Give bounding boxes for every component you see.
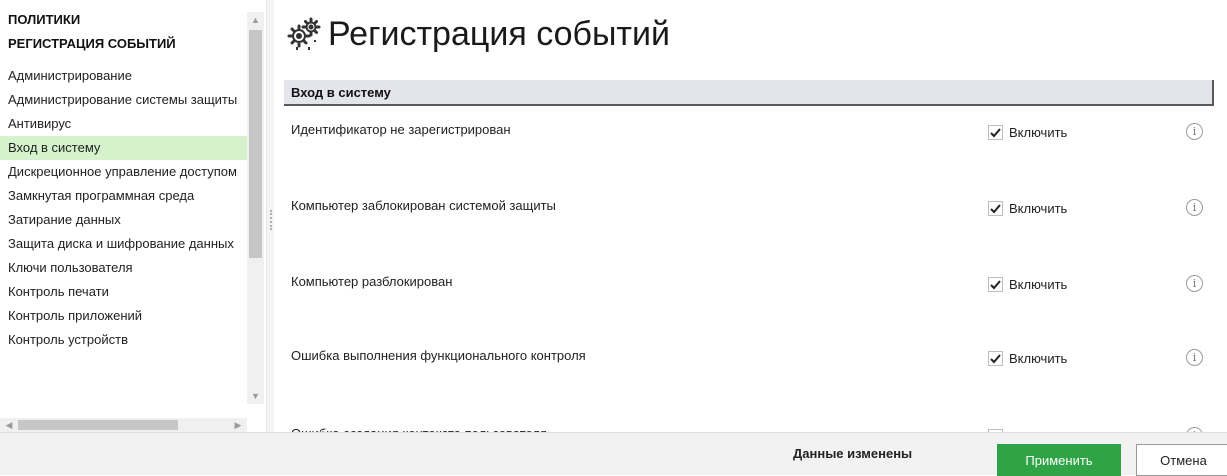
event-row: Компьютер разблокирован Включить i bbox=[284, 272, 1227, 296]
info-icon[interactable]: i bbox=[1186, 275, 1203, 292]
scrollbar-thumb[interactable] bbox=[249, 30, 262, 258]
enable-checkbox[interactable] bbox=[988, 200, 1003, 216]
settings-panel: Вход в систему Идентификатор не зарегист… bbox=[284, 76, 1227, 432]
page-header: Регистрация событий bbox=[286, 12, 670, 56]
enable-checkbox-control[interactable]: Включить bbox=[988, 120, 1067, 144]
sidebar-item[interactable]: Защита диска и шифрование данных bbox=[0, 232, 247, 256]
sidebar-item[interactable]: Администрирование bbox=[0, 64, 247, 88]
event-row: Компьютер заблокирован системой защиты Вк… bbox=[284, 196, 1227, 220]
enable-checkbox-control[interactable]: Включить bbox=[988, 346, 1067, 370]
scroll-up-icon[interactable]: ▲ bbox=[247, 12, 264, 28]
info-icon[interactable]: i bbox=[1186, 199, 1203, 216]
sidebar-item[interactable]: Ключи пользователя bbox=[0, 256, 247, 280]
sidebar-item[interactable]: Антивирус bbox=[0, 112, 247, 136]
enable-checkbox-control[interactable]: Включить bbox=[988, 196, 1067, 220]
sidebar-vertical-scrollbar[interactable]: ▲ ▼ bbox=[247, 12, 264, 404]
sidebar-item[interactable]: Администрирование системы защиты bbox=[0, 88, 247, 112]
group-header[interactable]: Вход в систему bbox=[284, 80, 1214, 106]
scroll-down-icon[interactable]: ▼ bbox=[247, 388, 264, 404]
page-title: Регистрация событий bbox=[328, 14, 670, 53]
scroll-left-icon[interactable]: ◀ bbox=[2, 418, 16, 432]
sidebar-item[interactable]: Затирание данных bbox=[0, 208, 247, 232]
sidebar-item[interactable]: Дискреционное управление доступом bbox=[0, 160, 247, 184]
pane-splitter[interactable] bbox=[266, 0, 274, 432]
scrollbar-thumb[interactable] bbox=[18, 420, 178, 430]
enable-checkbox-label[interactable]: Включить bbox=[1009, 277, 1067, 292]
enable-checkbox-control[interactable]: Включить bbox=[988, 424, 1067, 432]
enable-checkbox[interactable] bbox=[988, 124, 1003, 140]
footer-bar: Данные изменены Применить Отмена bbox=[0, 432, 1227, 476]
sidebar-list: Администрирование Администрирование систе… bbox=[0, 64, 247, 352]
event-label: Компьютер разблокирован bbox=[291, 274, 453, 289]
event-row: Ошибка создания контекста пользователяВк… bbox=[284, 424, 1227, 432]
gears-icon bbox=[287, 17, 321, 50]
info-icon[interactable]: i bbox=[1186, 123, 1203, 140]
apply-button[interactable]: Применить bbox=[997, 444, 1121, 476]
sidebar-section-event-logging[interactable]: РЕГИСТРАЦИЯ СОБЫТИЙ bbox=[0, 36, 176, 51]
sidebar-item[interactable]: Вход в систему bbox=[0, 136, 247, 160]
sidebar-section-policies[interactable]: ПОЛИТИКИ bbox=[0, 12, 80, 27]
splitter-grip-icon bbox=[270, 210, 272, 230]
event-row: Ошибка выполнения функционального контро… bbox=[284, 346, 1227, 370]
event-row: Идентификатор не зарегистрирован Включить… bbox=[284, 120, 1227, 144]
status-text: Данные изменены bbox=[793, 446, 913, 461]
event-label: Компьютер заблокирован системой защиты bbox=[291, 198, 556, 213]
checkmark-icon bbox=[990, 203, 1001, 213]
sidebar-item[interactable]: Замкнутая программная среда bbox=[0, 184, 247, 208]
sidebar-item[interactable]: Контроль устройств bbox=[0, 328, 247, 352]
info-icon[interactable]: i bbox=[1186, 349, 1203, 366]
enable-checkbox-label[interactable]: Включить bbox=[1009, 125, 1067, 140]
enable-checkbox[interactable] bbox=[988, 276, 1003, 292]
sidebar: ПОЛИТИКИ РЕГИСТРАЦИЯ СОБЫТИЙ Администрир… bbox=[0, 0, 247, 432]
cancel-button[interactable]: Отмена bbox=[1136, 444, 1227, 476]
checkmark-icon bbox=[990, 353, 1001, 363]
checkmark-icon bbox=[990, 279, 1001, 289]
sidebar-item[interactable]: Контроль печати bbox=[0, 280, 247, 304]
event-label: Ошибка выполнения функционального контро… bbox=[291, 348, 586, 363]
enable-checkbox[interactable] bbox=[988, 350, 1003, 366]
scroll-right-icon[interactable]: ▶ bbox=[231, 418, 245, 432]
enable-checkbox-label[interactable]: Включить bbox=[1009, 351, 1067, 366]
sidebar-item[interactable]: Контроль приложений bbox=[0, 304, 247, 328]
event-label: Идентификатор не зарегистрирован bbox=[291, 122, 511, 137]
checkmark-icon bbox=[990, 127, 1001, 137]
enable-checkbox-label[interactable]: Включить bbox=[1009, 201, 1067, 216]
sidebar-horizontal-scrollbar[interactable]: ◀ ▶ bbox=[0, 418, 247, 432]
enable-checkbox-control[interactable]: Включить bbox=[988, 272, 1067, 296]
